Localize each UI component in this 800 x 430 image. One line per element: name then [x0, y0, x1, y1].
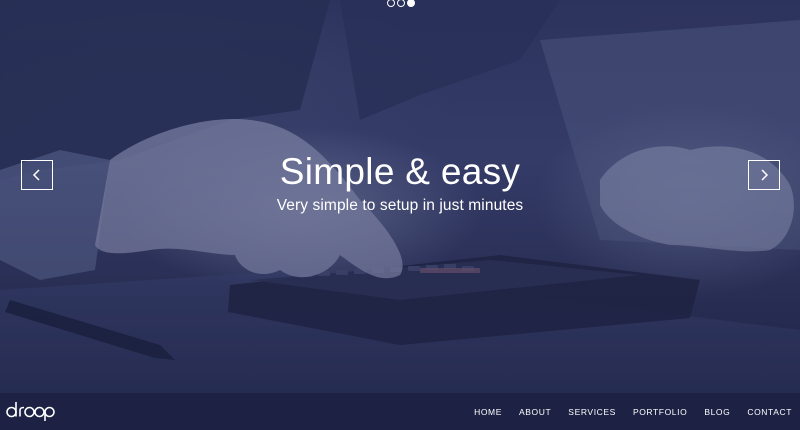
nav-link-blog[interactable]: BLOG — [704, 407, 730, 417]
slider-dot[interactable] — [397, 0, 405, 7]
nav-link-services[interactable]: SERVICES — [568, 407, 616, 417]
nav-menu: HOME ABOUT SERVICES PORTFOLIO BLOG CONTA… — [457, 393, 792, 430]
slide-title: Simple & easy — [279, 151, 521, 192]
slider-dot-active[interactable] — [407, 0, 415, 7]
slide-subtitle: Very simple to setup in just minutes — [276, 197, 524, 214]
main-navbar: HOME ABOUT SERVICES PORTFOLIO BLOG CONTA… — [0, 393, 800, 430]
nav-link-home[interactable]: HOME — [474, 407, 502, 417]
nav-link-portfolio[interactable]: PORTFOLIO — [633, 407, 687, 417]
nav-link-contact[interactable]: CONTACT — [747, 407, 792, 417]
hero-slider: Simple & easy Very simple to setup in ju… — [0, 0, 800, 393]
brand-logo[interactable] — [6, 400, 56, 427]
slider-pagination — [387, 0, 415, 7]
droop-logo-icon — [6, 402, 55, 421]
nav-link-about[interactable]: ABOUT — [519, 407, 551, 417]
slider-dot[interactable] — [387, 0, 395, 7]
